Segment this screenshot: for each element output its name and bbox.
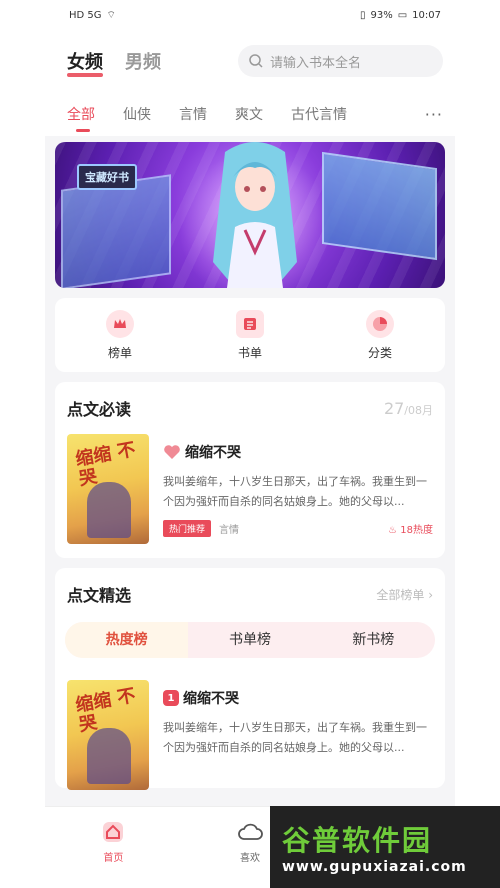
book-cover[interactable]: 缩缩 不哭 (67, 434, 149, 544)
vibrate-icon: ▯ (359, 9, 366, 21)
battery-icon: ▭ (397, 9, 408, 21)
daily-date-month: /08月 (404, 403, 433, 417)
banner-character-illustration (213, 142, 297, 288)
flame-icon: ♨ (388, 525, 398, 536)
ranked-book-cover[interactable]: 缩缩 不哭 (67, 680, 149, 790)
header: 女频 男频 请输入书本全名 全部 仙侠 言情 爽文 古代言情 ··· (45, 30, 455, 136)
app-screen: HD 5G ⌔ ▯ 93% ▭ 10:07 女频 男频 请输入书本全名 全部 仙… (45, 0, 455, 888)
booklist-label: 书单 (237, 345, 262, 360)
rankings-entry[interactable]: 榜单 (106, 309, 134, 361)
watermark-url: www.gupuxiazai.com (282, 859, 467, 875)
rankings-label: 榜单 (107, 345, 132, 360)
ranking-tabs: 热度榜 书单榜 新书榜 (65, 622, 435, 658)
ranked-book-description: 我叫姜缩年，十八岁生日那天，出了车祸。我重生到一个因为强奸而自杀的同名姑娘身上。… (163, 721, 427, 754)
watermark-title: 谷普软件园 (282, 824, 433, 857)
category-all[interactable]: 全部 (67, 104, 95, 132)
category-shuangwen[interactable]: 爽文 (235, 104, 263, 124)
daily-date-day: 27 (383, 398, 405, 418)
heat-count: ♨ 18热度 (388, 521, 433, 536)
tab-hot-ranking[interactable]: 热度榜 (65, 622, 189, 658)
daily-book[interactable]: 缩缩 不哭 缩缩不哭 我叫姜缩年，十八岁生日那天，出了车祸。我重生到一个因为强奸… (55, 420, 445, 558)
tab-home[interactable]: 首页 (100, 819, 126, 888)
more-categories-button[interactable]: ··· (425, 105, 443, 124)
cloud-icon (237, 819, 263, 845)
all-rankings-link[interactable]: 全部榜单 › (376, 586, 433, 603)
tab-favorites[interactable]: 喜欢 (237, 819, 263, 888)
picks-section: 点文精选 全部榜单 › 热度榜 书单榜 新书榜 缩缩 不哭 1 缩缩不哭 我叫姜… (55, 568, 445, 790)
ranked-book[interactable]: 缩缩 不哭 1 缩缩不哭 我叫姜缩年，十八岁生日那天，出了车祸。我重生到一个因为… (55, 658, 445, 804)
category-entry[interactable]: 分类 (366, 309, 394, 361)
quick-entries: 榜单 书单 分类 (55, 298, 445, 372)
tab-female[interactable]: 女频 (67, 48, 103, 77)
hot-badge: 热门推荐 (163, 520, 212, 537)
tab-male[interactable]: 男频 (125, 48, 161, 74)
network-indicator: HD 5G (69, 9, 102, 21)
category-label: 分类 (367, 345, 392, 360)
banner-panel-left (61, 174, 171, 288)
daily-section: 点文必读 27/08月 缩缩 不哭 缩缩不哭 我叫姜缩年，十八岁生日那天，出了车… (55, 382, 445, 558)
status-bar: HD 5G ⌔ ▯ 93% ▭ 10:07 (45, 0, 455, 30)
ranked-book-title: 缩缩不哭 (183, 691, 239, 707)
tab-new-book-ranking[interactable]: 新书榜 (312, 622, 435, 658)
tab-favorites-label: 喜欢 (239, 853, 260, 864)
category-ancient-romance[interactable]: 古代言情 (291, 104, 347, 124)
picks-title: 点文精选 (67, 586, 132, 605)
search-placeholder: 请输入书本全名 (270, 55, 362, 71)
category-xianxia[interactable]: 仙侠 (123, 104, 151, 124)
battery-percent: 93% (370, 9, 393, 21)
book-description: 我叫姜缩年，十八岁生日那天，出了车祸。我重生到一个因为强奸而自杀的同名姑娘身上。… (163, 475, 427, 508)
daily-date: 27/08月 (384, 399, 433, 418)
pie-icon (366, 309, 394, 338)
category-tabs: 全部 仙侠 言情 爽文 古代言情 ··· (45, 92, 455, 136)
book-genre: 言情 (219, 525, 240, 536)
booklist-entry[interactable]: 书单 (236, 309, 264, 361)
search-icon (249, 54, 263, 68)
clock: 10:07 (412, 9, 441, 21)
watermark: 谷普软件园 www.gupuxiazai.com (270, 806, 500, 888)
heat-value: 18热度 (400, 525, 433, 536)
home-icon (100, 819, 126, 845)
crown-icon (106, 309, 134, 338)
book-title: 缩缩不哭 (185, 445, 241, 461)
banner-tag: 宝藏好书 (77, 164, 137, 190)
rank-badge: 1 (163, 690, 179, 706)
promo-banner[interactable]: 宝藏好书 (55, 142, 445, 288)
list-icon (236, 309, 264, 338)
tab-home-label: 首页 (103, 853, 124, 864)
category-romance[interactable]: 言情 (179, 104, 207, 124)
wifi-icon: ⌔ (106, 9, 116, 21)
heart-icon (164, 445, 180, 459)
tab-booklist-ranking[interactable]: 书单榜 (188, 622, 311, 658)
daily-title: 点文必读 (67, 400, 132, 419)
search-input[interactable]: 请输入书本全名 (238, 45, 443, 77)
